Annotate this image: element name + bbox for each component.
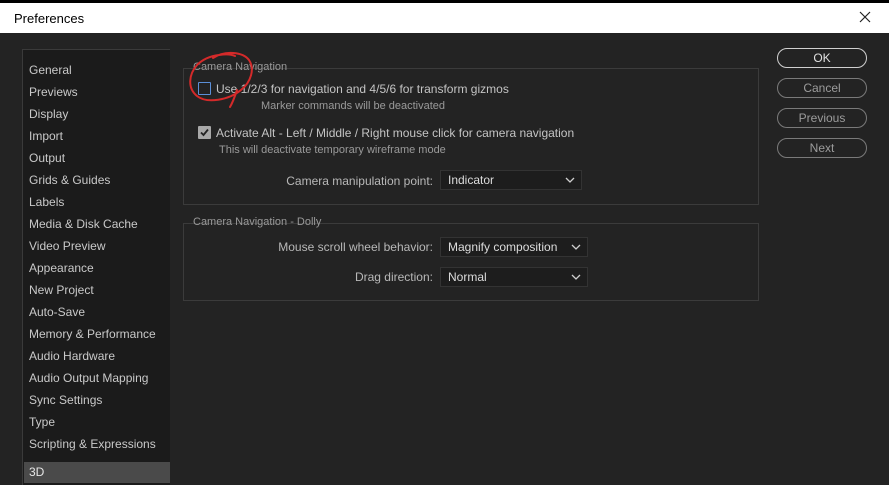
previous-button[interactable]: Previous: [777, 108, 867, 128]
mouse-scroll-behavior-label: Mouse scroll wheel behavior:: [278, 240, 433, 254]
activate-alt-click-label: Activate Alt - Left / Middle / Right mou…: [216, 126, 575, 140]
sidebar-item-audio-hardware[interactable]: Audio Hardware: [24, 346, 170, 367]
close-icon[interactable]: [855, 7, 875, 27]
window-title: Preferences: [14, 11, 85, 26]
sidebar-item-3d[interactable]: 3D: [24, 462, 170, 483]
camera-manipulation-point-select[interactable]: Indicator: [440, 170, 582, 190]
sidebar-item-sync-settings[interactable]: Sync Settings: [24, 390, 170, 411]
camera-navigation-dolly-group: [183, 223, 759, 301]
mouse-scroll-behavior-value: Magnify composition: [448, 240, 558, 254]
checkmark-icon: [200, 128, 209, 137]
camera-navigation-dolly-title: Camera Navigation - Dolly: [193, 216, 322, 228]
sidebar-item-type[interactable]: Type: [24, 412, 170, 433]
sidebar-item-import[interactable]: Import: [24, 126, 170, 147]
sidebar-item-media-disk-cache[interactable]: Media & Disk Cache: [24, 214, 170, 235]
sidebar-item-new-project[interactable]: New Project: [24, 280, 170, 301]
sidebar-item-labels[interactable]: Labels: [24, 192, 170, 213]
sidebar: General Previews Display Import Output G…: [22, 49, 170, 485]
sidebar-item-audio-output-mapping[interactable]: Audio Output Mapping: [24, 368, 170, 389]
chevron-down-icon: [571, 273, 581, 281]
sidebar-item-output[interactable]: Output: [24, 148, 170, 169]
camera-navigation-title: Camera Navigation: [193, 61, 288, 73]
sidebar-item-memory-performance[interactable]: Memory & Performance: [24, 324, 170, 345]
drag-direction-label: Drag direction:: [354, 270, 433, 284]
sidebar-item-appearance[interactable]: Appearance: [24, 258, 170, 279]
sidebar-item-previews[interactable]: Previews: [24, 82, 170, 103]
cancel-button[interactable]: Cancel: [777, 78, 867, 98]
activate-alt-click-note: This will deactivate temporary wireframe…: [219, 144, 446, 156]
use-123-navigation-checkbox[interactable]: [198, 82, 211, 95]
sidebar-item-scripting-expressions[interactable]: Scripting & Expressions: [24, 434, 170, 455]
sidebar-item-display[interactable]: Display: [24, 104, 170, 125]
sidebar-item-grids-guides[interactable]: Grids & Guides: [24, 170, 170, 191]
mouse-scroll-behavior-select[interactable]: Magnify composition: [440, 237, 588, 257]
chevron-down-icon: [571, 243, 581, 251]
preferences-dialog: General Previews Display Import Output G…: [0, 33, 889, 485]
drag-direction-select[interactable]: Normal: [440, 267, 588, 287]
use-123-navigation-note: Marker commands will be deactivated: [261, 100, 446, 112]
activate-alt-click-checkbox[interactable]: [198, 126, 211, 139]
title-bar: Preferences: [0, 3, 889, 33]
sidebar-item-auto-save[interactable]: Auto-Save: [24, 302, 170, 323]
sidebar-item-video-preview[interactable]: Video Preview: [24, 236, 170, 257]
drag-direction-value: Normal: [448, 270, 487, 284]
ok-button[interactable]: OK: [777, 48, 867, 68]
camera-manipulation-point-label: Camera manipulation point:: [286, 174, 433, 188]
next-button[interactable]: Next: [777, 138, 867, 158]
use-123-navigation-label: Use 1/2/3 for navigation and 4/5/6 for t…: [216, 82, 509, 96]
sidebar-item-general[interactable]: General: [24, 60, 170, 81]
chevron-down-icon: [565, 176, 575, 184]
camera-manipulation-point-value: Indicator: [448, 173, 495, 187]
